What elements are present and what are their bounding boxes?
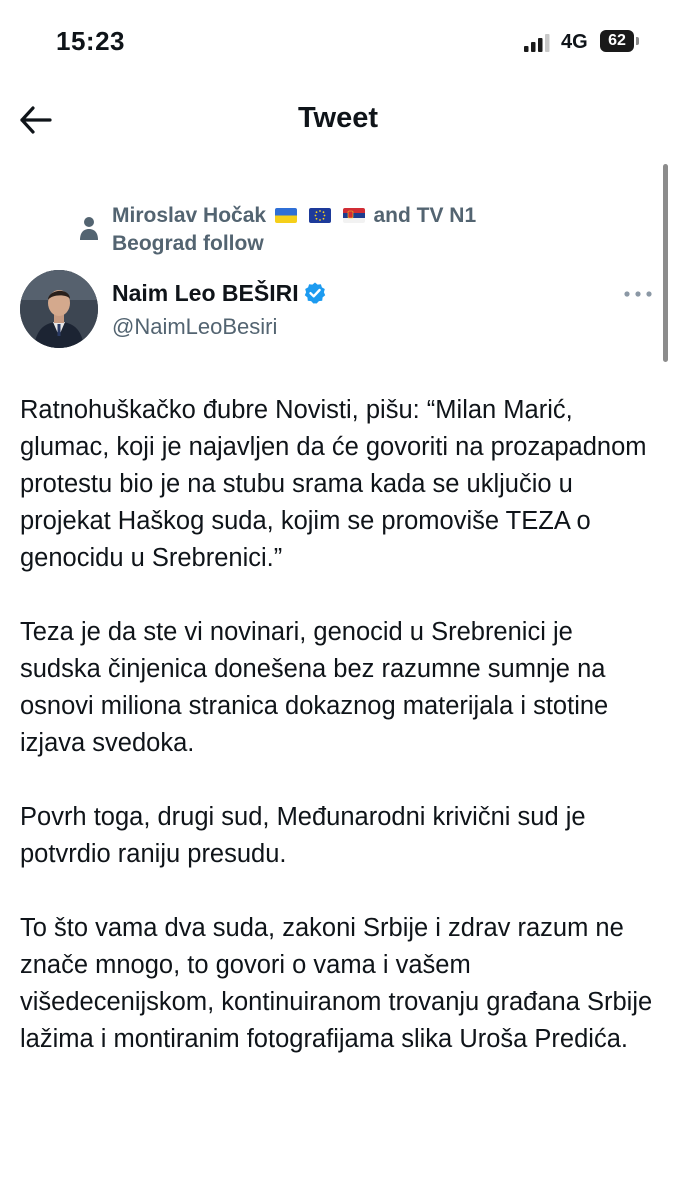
status-bar: 15:23 4G 62 <box>0 0 676 88</box>
tweet-paragraph: Ratnohuškačko đubre Novisti, pišu: “Mila… <box>20 396 647 572</box>
avatar-image <box>20 270 98 348</box>
ukraine-flag-icon <box>274 208 297 223</box>
eu-flag-icon <box>308 208 331 223</box>
avatar[interactable] <box>20 270 98 348</box>
social-context-text: Miroslav Hočak and TV N1 Beograd follow <box>112 202 632 258</box>
author-name-text: Naim Leo BEŠIRI <box>112 280 299 306</box>
author-name[interactable]: Naim Leo BEŠIRI <box>112 280 327 307</box>
battery-level: 62 <box>600 30 634 52</box>
social-context-line2: Beograd follow <box>112 232 264 255</box>
serbia-flag-icon <box>342 208 365 223</box>
tweet-paragraph: Teza je da ste vi novinari, genocid u Sr… <box>20 618 609 757</box>
nav-header: Tweet <box>0 88 676 154</box>
tweet-paragraph: To što vama dva suda, zakoni Srbije i zd… <box>20 914 653 1053</box>
network-type-label: 4G <box>561 31 588 53</box>
tweet-author: Naim Leo BEŠIRI @NaimLeoBesiri <box>20 270 660 350</box>
battery-cap <box>636 37 639 45</box>
scrollbar[interactable] <box>663 164 668 362</box>
page-title: Tweet <box>297 102 379 134</box>
battery-icon: 62 <box>600 30 640 52</box>
status-time: 15:23 <box>56 26 125 56</box>
signal-bars-icon <box>524 34 550 52</box>
person-icon <box>80 217 98 240</box>
more-dots-icon[interactable] <box>622 284 654 304</box>
verified-badge-icon <box>304 282 325 304</box>
social-context-suffix: and TV N1 <box>373 204 477 227</box>
tweet-text: Ratnohuškačko đubre Novisti, pišu: “Mila… <box>20 392 660 1095</box>
tweet-paragraph: Povrh toga, drugi sud, Međunarodni krivi… <box>20 803 586 868</box>
author-handle[interactable]: @NaimLeoBesiri <box>112 314 277 340</box>
social-context-name: Miroslav Hočak <box>112 204 267 227</box>
